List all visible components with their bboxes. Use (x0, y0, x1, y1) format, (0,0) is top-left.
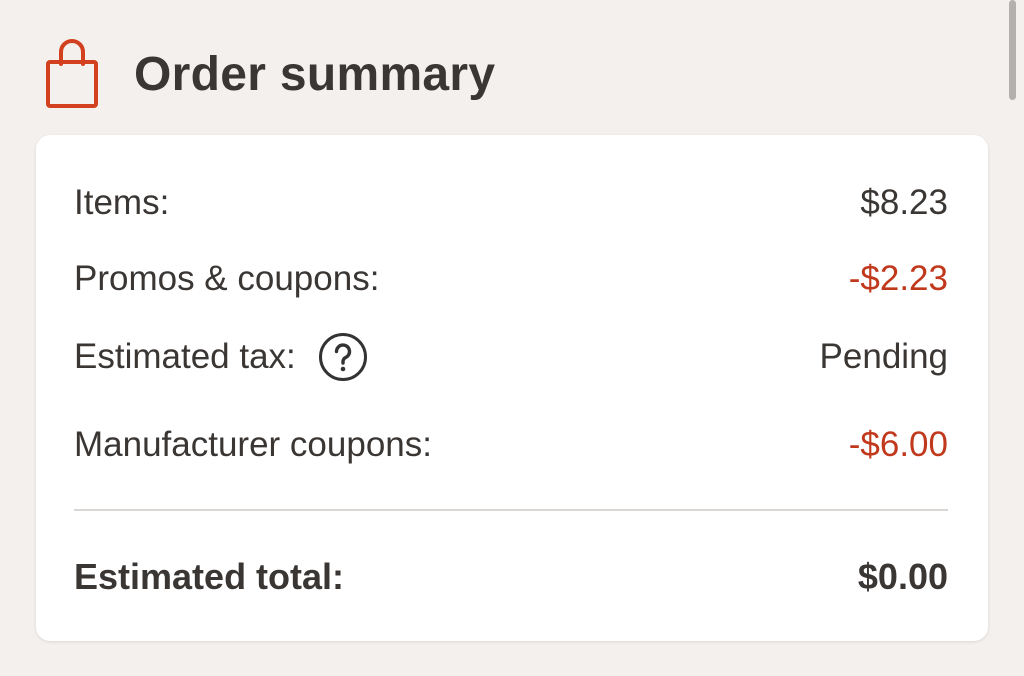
estimated-total-value: $0.00 (857, 556, 948, 597)
page-title: Order summary (134, 47, 496, 101)
shopping-bag-icon (46, 39, 98, 108)
tax-label: Estimated tax: (74, 337, 296, 376)
manufacturer-coupons-value: -$6.00 (848, 425, 948, 464)
divider (74, 509, 948, 511)
promos-label: Promos & coupons: (74, 259, 380, 298)
promos-row: Promos & coupons: -$2.23 (74, 254, 948, 304)
promos-value: -$2.23 (848, 259, 948, 298)
order-summary-header: Order summary (44, 38, 495, 110)
summary-card: Items: $8.23 Promos & coupons: -$2.23 Es… (36, 135, 988, 641)
items-value: $8.23 (860, 183, 948, 222)
manufacturer-coupons-label: Manufacturer coupons: (74, 425, 432, 464)
estimated-total-row: Estimated total: $0.00 (74, 552, 948, 602)
scrollbar-thumb[interactable] (1009, 0, 1016, 100)
items-label: Items: (74, 183, 170, 222)
manufacturer-coupons-row: Manufacturer coupons: -$6.00 (74, 420, 948, 470)
estimated-total-label: Estimated total: (74, 556, 345, 597)
items-row: Items: $8.23 (74, 178, 948, 228)
tax-row: Estimated tax: Pending (74, 332, 948, 382)
tax-value: Pending (819, 337, 948, 376)
tax-label-group: Estimated tax: (74, 332, 368, 382)
question-circle-icon[interactable] (318, 332, 368, 382)
order-summary-page: Order summary Items: $8.23 Promos & coup… (0, 0, 1024, 676)
